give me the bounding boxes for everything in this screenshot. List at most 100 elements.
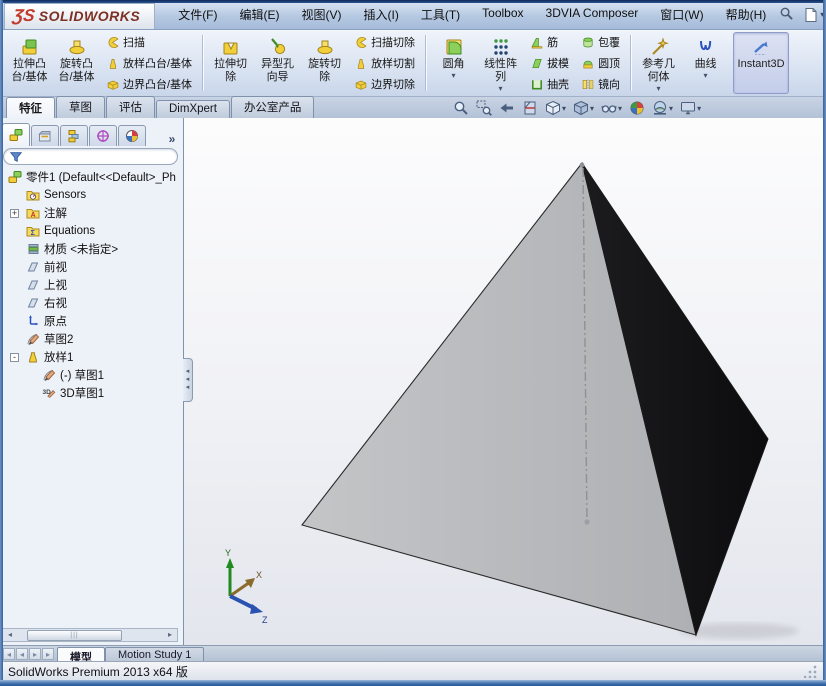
zoom-to-fit-icon[interactable] xyxy=(452,99,470,117)
tree-item-sketch1[interactable]: (-) 草图1 xyxy=(0,366,183,384)
graphics-viewport[interactable]: Y X Z xyxy=(184,118,826,645)
wrap-button[interactable]: 包覆 xyxy=(577,32,624,52)
lofted-cut-button[interactable]: 放样切割 xyxy=(350,53,419,73)
next-tab-icon[interactable]: ▸ xyxy=(29,648,41,660)
search-icon[interactable] xyxy=(779,6,794,24)
boundary-boss-button[interactable]: 边界凸台/基体 xyxy=(102,74,196,94)
sensors-icon xyxy=(26,188,40,202)
apply-scene-icon[interactable]: ▾ xyxy=(651,99,674,117)
resize-grip[interactable] xyxy=(804,664,818,678)
new-document-button[interactable]: ▾ xyxy=(802,5,825,25)
draft-icon xyxy=(530,56,544,70)
lofted-boss-button[interactable]: 放样凸台/基体 xyxy=(102,53,196,73)
menu-tools[interactable]: 工具(T) xyxy=(410,2,471,27)
panel-horizontal-scrollbar[interactable]: ◂ ||| ▸ xyxy=(2,628,178,642)
tree-item-front-plane[interactable]: 前视 xyxy=(0,258,183,276)
tree-root-part[interactable]: 零件1 (Default<<Default>_Ph xyxy=(0,168,183,186)
sweep-button[interactable]: 扫描 xyxy=(102,32,196,52)
dome-button[interactable]: 圆顶 xyxy=(577,53,624,73)
tree-item-material[interactable]: 材质 <未指定> xyxy=(0,240,183,258)
hole-wizard-button[interactable]: 异型孔向导 xyxy=(254,32,301,94)
edit-appearance-icon[interactable] xyxy=(628,99,646,117)
tab-office-products[interactable]: 办公室产品 xyxy=(231,96,315,118)
tree-filter-input[interactable] xyxy=(26,151,171,163)
fillet-button[interactable]: 圆角 ▾ xyxy=(430,32,477,94)
tree-item-annotations[interactable]: + 注解 xyxy=(0,204,183,222)
tree-item-sketch2[interactable]: 草图2 xyxy=(0,330,183,348)
ribbon-separator xyxy=(425,35,426,91)
menu-file[interactable]: 文件(F) xyxy=(167,2,228,27)
pyramid-model[interactable]: Y X Z xyxy=(184,118,826,645)
tree-item-sensors[interactable]: Sensors xyxy=(0,186,183,204)
view-settings-icon[interactable]: ▾ xyxy=(679,99,702,117)
menu-edit[interactable]: 编辑(E) xyxy=(229,2,291,27)
tab-features[interactable]: 特征 xyxy=(6,97,55,119)
menu-window[interactable]: 窗口(W) xyxy=(649,2,714,27)
mirror-button[interactable]: 镜向 xyxy=(577,74,624,94)
boundary-cut-button[interactable]: 边界切除 xyxy=(350,74,419,94)
equations-icon xyxy=(26,224,40,238)
status-bar: SolidWorks Premium 2013 x64 版 xyxy=(0,661,826,680)
revolved-cut-icon xyxy=(315,36,335,58)
view-orientation-icon[interactable]: ▾ xyxy=(544,99,567,117)
tree-item-top-plane[interactable]: 上视 xyxy=(0,276,183,294)
feature-tree-tab[interactable] xyxy=(2,123,30,146)
tree-item-equations[interactable]: Equations xyxy=(0,222,183,240)
rib-button[interactable]: 筋 xyxy=(526,32,573,52)
menu-insert[interactable]: 插入(I) xyxy=(353,2,410,27)
last-tab-icon[interactable]: ▸ xyxy=(42,648,54,660)
lofted-boss-icon xyxy=(106,56,120,70)
display-style-icon[interactable]: ▾ xyxy=(572,99,595,117)
orientation-triad: Y X Z xyxy=(225,548,268,625)
panel-splitter-handle[interactable]: ◂◂◂ xyxy=(183,358,193,402)
pyramid-light-face[interactable] xyxy=(302,163,696,635)
menu-help[interactable]: 帮助(H) xyxy=(715,2,778,27)
panel-overflow-icon[interactable]: » xyxy=(163,132,181,146)
previous-view-icon[interactable] xyxy=(498,99,516,117)
tree-filter xyxy=(3,148,178,165)
zoom-to-area-icon[interactable] xyxy=(475,99,493,117)
curves-button[interactable]: 曲线 ▾ xyxy=(682,32,729,94)
first-tab-icon[interactable]: ◂ xyxy=(3,648,15,660)
scroll-left-icon[interactable]: ◂ xyxy=(3,629,17,641)
instant3d-button[interactable]: Instant3D xyxy=(733,32,789,94)
reference-geometry-button[interactable]: 参考几何体 ▾ xyxy=(635,32,682,94)
hide-show-items-icon[interactable]: ▾ xyxy=(600,99,623,117)
tab-evaluate[interactable]: 评估 xyxy=(106,96,155,118)
tab-model[interactable]: 模型 xyxy=(57,647,105,661)
tree-item-3dsketch1[interactable]: 3D草图1 xyxy=(0,384,183,402)
display-manager-tab[interactable] xyxy=(118,125,146,146)
dimxpert-manager-tab[interactable] xyxy=(89,125,117,146)
collapse-icon[interactable]: - xyxy=(10,353,19,362)
tab-motion-study-1[interactable]: Motion Study 1 xyxy=(105,647,204,661)
ds-logo-icon: ƷS xyxy=(12,6,37,26)
linear-pattern-button[interactable]: 线性阵列 ▾ xyxy=(477,32,524,94)
menu-3dvia-composer[interactable]: 3DVIA Composer xyxy=(535,2,650,27)
section-view-icon[interactable] xyxy=(521,99,539,117)
menu-view[interactable]: 视图(V) xyxy=(291,2,353,27)
command-tab-row: 特征 草图 评估 DimXpert 办公室产品 ▾ ▾ ▾ ▾ ▾ xyxy=(0,97,826,118)
tree-item-right-plane[interactable]: 右视 xyxy=(0,294,183,312)
scrollbar-thumb[interactable]: ||| xyxy=(27,630,122,641)
revolved-cut-button[interactable]: 旋转切除 xyxy=(301,32,348,94)
tab-dimxpert[interactable]: DimXpert xyxy=(156,100,230,118)
tree-item-loft1[interactable]: - 放样1 xyxy=(0,348,183,366)
extruded-cut-button[interactable]: 拉伸切除 xyxy=(207,32,254,94)
menu-toolbox[interactable]: Toolbox xyxy=(471,2,534,27)
command-manager-ribbon: 拉伸凸台/基体 旋转凸台/基体 扫描 放样凸台/基体 边界凸台/基体 拉伸切除 … xyxy=(0,30,826,97)
tab-sketch[interactable]: 草图 xyxy=(56,96,105,118)
property-manager-tab[interactable] xyxy=(31,125,59,146)
swept-cut-button[interactable]: 扫描切除 xyxy=(350,32,419,52)
revolved-boss-button[interactable]: 旋转凸台/基体 xyxy=(53,32,100,94)
window-border xyxy=(0,0,826,3)
extruded-boss-button[interactable]: 拉伸凸台/基体 xyxy=(6,32,53,94)
tree-item-origin[interactable]: 原点 xyxy=(0,312,183,330)
scroll-right-icon[interactable]: ▸ xyxy=(163,629,177,641)
plane-icon xyxy=(26,296,40,310)
shell-button[interactable]: 抽壳 xyxy=(526,74,573,94)
configuration-manager-tab[interactable] xyxy=(60,125,88,146)
draft-button[interactable]: 拔模 xyxy=(526,53,573,73)
expand-icon[interactable]: + xyxy=(10,209,19,218)
extruded-boss-icon xyxy=(20,36,40,58)
previous-tab-icon[interactable]: ◂ xyxy=(16,648,28,660)
